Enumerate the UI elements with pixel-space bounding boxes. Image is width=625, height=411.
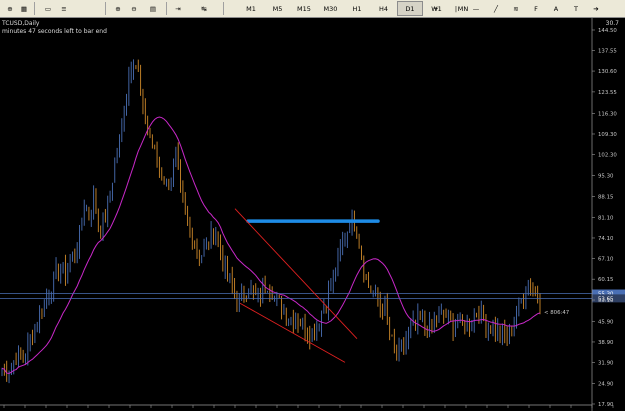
zoom-out-icon[interactable]: ⊖ (127, 1, 141, 16)
open-folder-icon[interactable]: ▭ (41, 1, 55, 16)
price-tick-label: 31.90 (598, 361, 614, 367)
price-tick-label: 24.90 (598, 381, 614, 387)
price-tick-label: 60.15 (598, 277, 613, 283)
channel-lower-line (239, 302, 346, 363)
scroll-icon[interactable]: ⇥ (171, 1, 185, 16)
price-tick-label: 45.90 (598, 319, 614, 325)
arrow-icon[interactable]: ➔ (589, 1, 603, 16)
zoom-in-icon[interactable]: ⊕ (111, 1, 125, 16)
fibonacci-icon[interactable]: F (529, 1, 543, 16)
tile-icon[interactable]: ▤ (146, 1, 160, 16)
label-icon[interactable]: T (569, 1, 583, 16)
timeframe-button-h1[interactable]: H1 (344, 1, 370, 16)
price-tick-label: 53.10 (598, 298, 614, 304)
timeframe-button-w1[interactable]: W1 (424, 1, 450, 16)
price-tick-label: 17.90 (598, 402, 614, 408)
shift-icon[interactable]: ↹ (197, 1, 211, 16)
timeframe-button-d1[interactable]: D1 (397, 1, 423, 16)
timeframe-button-m15[interactable]: M15 (291, 1, 317, 16)
market-watch-icon[interactable]: ≡ (57, 1, 71, 16)
bar-timer-label: < 806:47 (544, 310, 569, 316)
toolbar: ⊕▦▭≡⊕⊖▤⇥↹↖+|—╱≋FAT➔M1M5M15M30H1H4D1W1MN (0, 0, 625, 18)
channel-icon[interactable]: ≋ (509, 1, 523, 16)
trendline-icon[interactable]: ╱ (489, 1, 503, 16)
text-icon[interactable]: A (549, 1, 563, 16)
bar-countdown-text: minutes 47 seconds left to bar end (2, 28, 107, 35)
price-tick-label: 116.30 (598, 111, 617, 117)
timeframe-button-h4[interactable]: H4 (371, 1, 397, 16)
price-tick-label: 137.55 (598, 49, 617, 55)
toolbar-separator (105, 2, 106, 15)
toolbar-separator (166, 2, 167, 15)
price-tick-label: 88.15 (598, 194, 613, 200)
timeframe-button-m5[interactable]: M5 (265, 1, 291, 16)
price-tick-label: 67.10 (598, 257, 614, 263)
chart-window[interactable]: 55.3053.65< 806:47 144.50137.55130.60123… (0, 18, 625, 411)
timeframe-button-m30[interactable]: M30 (318, 1, 344, 16)
toolbar-separator (223, 2, 224, 15)
price-tick-label: 95.30 (598, 173, 614, 179)
price-tick-label: 144.50 (598, 28, 617, 34)
price-tick-label: 109.30 (598, 132, 617, 138)
price-tick-label: 74.10 (598, 236, 614, 242)
moving-average-line (1, 116, 541, 375)
timeframe-button-mn[interactable]: MN (450, 1, 476, 16)
price-tick-label: 38.90 (598, 340, 614, 346)
top-right-value: 30.7 (605, 20, 619, 27)
toolbar-separator (34, 2, 35, 15)
new-order-icon[interactable]: ⊕ (3, 1, 17, 16)
price-tick-label: 102.30 (598, 153, 617, 159)
price-tick-label: 130.60 (598, 69, 617, 75)
profiles-icon[interactable]: ▦ (17, 1, 31, 16)
timeframe-button-m1[interactable]: M1 (238, 1, 264, 16)
price-tick-label: 123.55 (598, 90, 617, 96)
chart-title: TCUSD,Daily (2, 20, 40, 27)
price-tick-label: 81.10 (598, 215, 614, 221)
price-chart[interactable]: 55.3053.65< 806:47 144.50137.55130.60123… (0, 18, 625, 411)
